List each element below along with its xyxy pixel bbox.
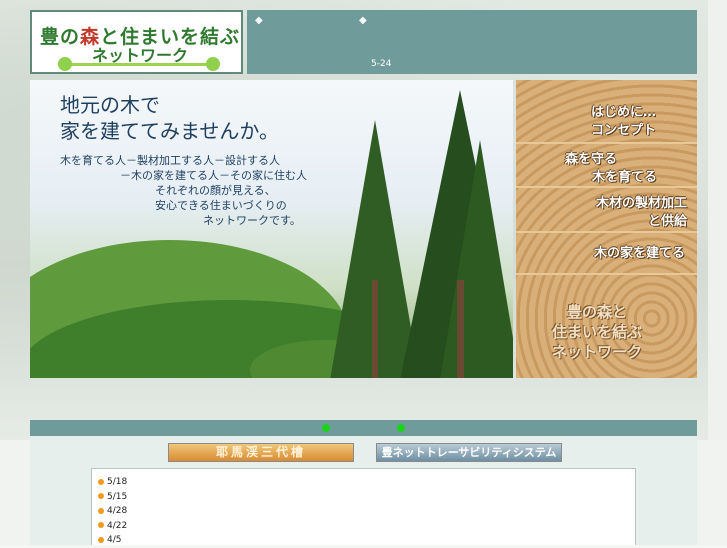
tree-trunk xyxy=(372,280,378,378)
header-band: ◆ ◆ 5-24 xyxy=(247,10,697,74)
green-dot-icon xyxy=(322,424,330,432)
list-item[interactable]: 4/5 xyxy=(98,533,635,548)
menu-item-lumber[interactable]: 木材の製材加工 と供給 xyxy=(516,188,697,233)
bullet-icon xyxy=(98,522,104,528)
green-dot-icon xyxy=(397,424,405,432)
diamond-icon: ◆ xyxy=(359,15,367,26)
side-menu: はじめに… コンセプト 森を守る 木を育てる 木材の製材加工 と供給 木の家を建… xyxy=(516,80,697,378)
bullet-icon xyxy=(98,478,104,485)
site-logo[interactable]: 豊の森と住まいを結ぶ ネットワーク xyxy=(30,10,243,74)
list-item[interactable]: 5/15 xyxy=(98,490,635,505)
bullet-icon xyxy=(98,536,104,543)
menu-item-forest[interactable]: 森を守る 木を育てる xyxy=(516,144,697,188)
cedar-tree xyxy=(440,140,513,378)
news-list: 5/18 5/15 4/28 4/22 4/5 xyxy=(91,468,636,545)
logo-connector-line xyxy=(60,63,216,66)
yaba-sandai-hinoki-button[interactable]: 耶馬渓三代檜 xyxy=(168,443,354,462)
list-item[interactable]: 5/18 xyxy=(98,475,635,490)
list-item[interactable]: 4/22 xyxy=(98,519,635,534)
menu-item-concept[interactable]: はじめに… コンセプト xyxy=(516,80,697,144)
update-date: 5-24 xyxy=(371,59,392,69)
bullet-icon xyxy=(98,507,104,514)
diamond-icon: ◆ xyxy=(255,15,263,26)
list-item[interactable]: 4/28 xyxy=(98,504,635,519)
background-edge xyxy=(708,0,727,440)
hero-subtitle: 木を育てる人－製材加工する人－設計する人 －木の家を建てる人－その家に住む人 そ… xyxy=(60,154,307,227)
hero-title: 地元の木で 家を建ててみませんか。 xyxy=(60,93,279,143)
bullet-icon xyxy=(98,493,104,499)
logo-node-left xyxy=(58,57,72,71)
menu-item-build[interactable]: 木の家を建てる xyxy=(516,233,697,275)
traceability-system-button[interactable]: 豊ネットトレーサビリティシステム xyxy=(376,443,562,462)
tree-trunk xyxy=(457,280,464,378)
section-divider xyxy=(30,420,697,436)
menu-tagline: 豊の森と 住まいを結ぶ ネットワーク xyxy=(552,303,643,361)
hero-photo: 地元の木で 家を建ててみませんか。 木を育てる人－製材加工する人－設計する人 －… xyxy=(30,80,513,378)
logo-node-right xyxy=(206,57,220,71)
